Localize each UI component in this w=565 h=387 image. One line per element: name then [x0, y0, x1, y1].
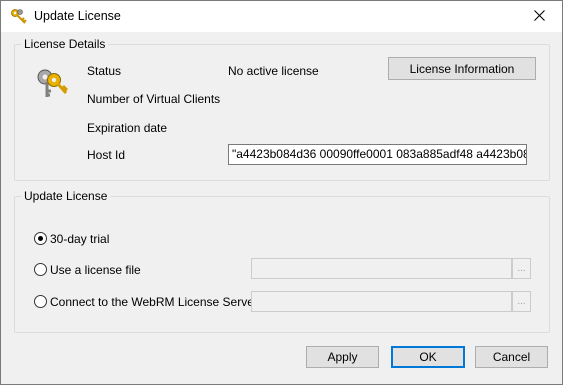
keys-icon — [34, 67, 69, 101]
license-server-field[interactable] — [251, 291, 512, 312]
status-label: Status — [87, 64, 122, 78]
license-file-radio[interactable] — [34, 263, 47, 276]
license-details-group: License Details Status No active license… — [14, 37, 550, 181]
license-server-label[interactable]: Connect to the WebRM License Server — [50, 295, 258, 309]
apply-button[interactable]: Apply — [306, 346, 379, 368]
license-file-field[interactable] — [251, 258, 512, 279]
update-license-legend: Update License — [21, 189, 111, 203]
license-file-label[interactable]: Use a license file — [50, 263, 141, 277]
status-value: No active license — [228, 64, 319, 78]
license-information-button[interactable]: License Information — [388, 57, 536, 80]
license-server-radio[interactable] — [34, 295, 47, 308]
trial-label[interactable]: 30-day trial — [50, 232, 109, 246]
license-file-browse-button[interactable]: ... — [512, 258, 531, 279]
keys-icon — [10, 8, 28, 26]
expiration-date-label: Expiration date — [87, 121, 168, 135]
close-icon — [533, 9, 545, 24]
license-details-legend: License Details — [21, 37, 109, 51]
update-license-dialog: Update License License Details Status No… — [0, 0, 563, 385]
trial-radio[interactable] — [34, 232, 47, 245]
host-id-field[interactable]: "a4423b084d36 00090ffe0001 083a885adf48 … — [228, 144, 527, 165]
license-server-browse-button[interactable]: ... — [512, 291, 531, 312]
virtual-clients-label: Number of Virtual Clients — [87, 92, 221, 106]
close-button[interactable] — [516, 1, 562, 32]
host-id-label: Host Id — [87, 148, 126, 162]
cancel-button[interactable]: Cancel — [475, 346, 548, 368]
window-title: Update License — [34, 9, 121, 23]
update-license-group: Update License 30-day trial Use a licens… — [14, 189, 550, 333]
title-bar: Update License — [1, 1, 562, 32]
ok-button[interactable]: OK — [391, 346, 465, 368]
